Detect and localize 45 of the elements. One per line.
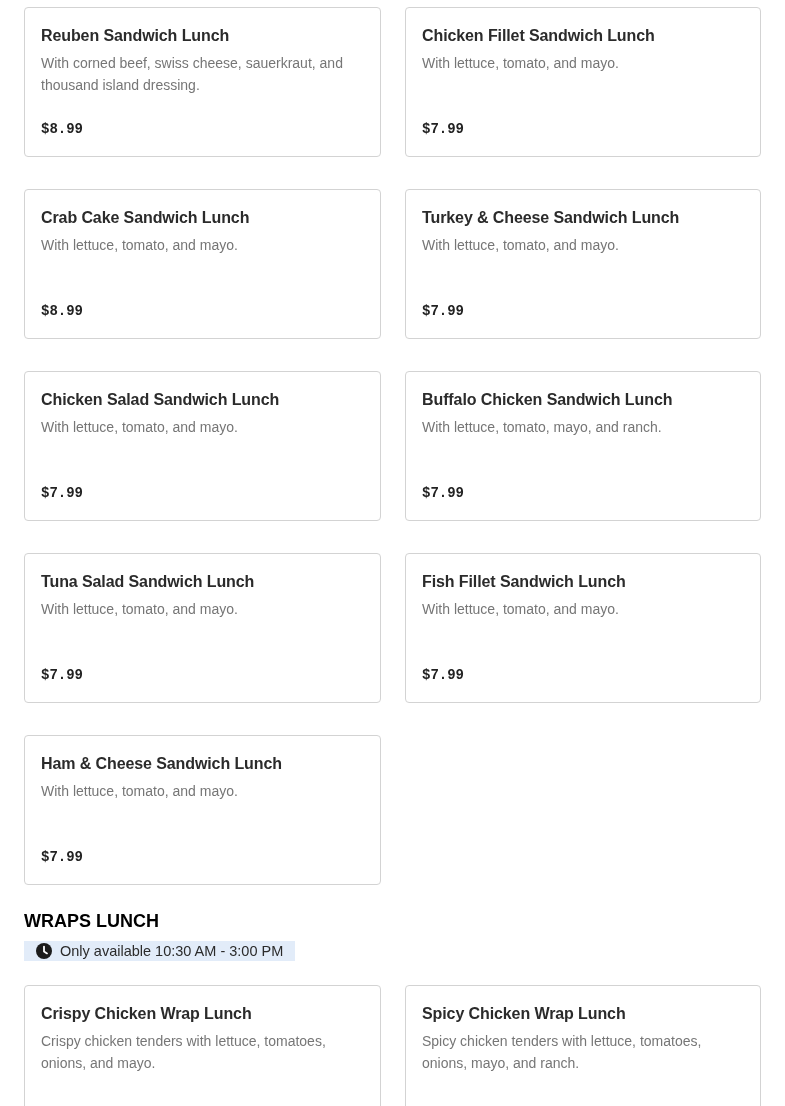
item-name: Crab Cake Sandwich Lunch	[41, 208, 251, 228]
section-heading: WRAPS LUNCH	[24, 910, 160, 933]
item-price: $7.99	[422, 120, 465, 139]
availability-text: Only available 10:30 AM - 3:00 PM	[60, 942, 284, 961]
item-description: Spicy chicken tenders with lettuce, tomatoes, onions, mayo, and ranch.	[422, 1032, 703, 1073]
item-name: Crispy Chicken Wrap Lunch	[41, 1004, 253, 1024]
menu-item-card[interactable]: Tuna Salad Sandwich Lunch With lettuce, tomato, and mayo. $7.99	[24, 553, 381, 703]
item-name: Fish Fillet Sandwich Lunch	[422, 572, 627, 592]
item-description: With lettuce, tomato, and mayo.	[41, 782, 239, 801]
item-price: $7.99	[41, 666, 84, 685]
item-description: With lettuce, tomato, and mayo.	[41, 236, 239, 255]
item-name: Turkey & Cheese Sandwich Lunch	[422, 208, 681, 228]
menu-item-card[interactable]: Spicy Chicken Wrap Lunch Spicy chicken tenders with lettuce, tomatoes, onions, mayo, and ranch.	[405, 985, 761, 1106]
item-price: $7.99	[41, 848, 84, 867]
menu-item-card[interactable]: Turkey & Cheese Sandwich Lunch With lettuce, tomato, and mayo. $7.99	[405, 189, 761, 339]
item-name: Reuben Sandwich Lunch	[41, 26, 231, 46]
item-description: With lettuce, tomato, and mayo.	[422, 236, 620, 255]
item-description: With lettuce, tomato, mayo, and ranch.	[422, 418, 663, 437]
clock-icon	[36, 943, 52, 959]
item-description: With lettuce, tomato, and mayo.	[422, 54, 620, 73]
item-name: Spicy Chicken Wrap Lunch	[422, 1004, 627, 1024]
menu-item-card[interactable]: Crab Cake Sandwich Lunch With lettuce, tomato, and mayo. $8.99	[24, 189, 381, 339]
item-name: Tuna Salad Sandwich Lunch	[41, 572, 256, 592]
item-description: With corned beef, swiss cheese, sauerkraut, and thousand island dressing.	[41, 54, 344, 95]
item-price: $7.99	[422, 666, 465, 685]
item-name: Chicken Fillet Sandwich Lunch	[422, 26, 656, 46]
item-name: Chicken Salad Sandwich Lunch	[41, 390, 281, 410]
item-price: $7.99	[422, 484, 465, 503]
menu-item-card[interactable]: Buffalo Chicken Sandwich Lunch With lettuce, tomato, mayo, and ranch. $7.99	[405, 371, 761, 521]
item-description: With lettuce, tomato, and mayo.	[41, 418, 239, 437]
item-description: With lettuce, tomato, and mayo.	[422, 600, 620, 619]
menu-item-card[interactable]: Reuben Sandwich Lunch With corned beef, swiss cheese, sauerkraut, and thousand island dressing. $8.99	[24, 7, 381, 157]
item-description: With lettuce, tomato, and mayo.	[41, 600, 239, 619]
menu-item-card[interactable]: Fish Fillet Sandwich Lunch With lettuce, tomato, and mayo. $7.99	[405, 553, 761, 703]
item-name: Ham & Cheese Sandwich Lunch	[41, 754, 283, 774]
item-price: $7.99	[422, 302, 465, 321]
item-price: $8.99	[41, 120, 84, 139]
item-name: Buffalo Chicken Sandwich Lunch	[422, 390, 674, 410]
menu-item-card[interactable]: Chicken Fillet Sandwich Lunch With lettuce, tomato, and mayo. $7.99	[405, 7, 761, 157]
item-price: $8.99	[41, 302, 84, 321]
item-price: $7.99	[41, 484, 84, 503]
item-description: Crispy chicken tenders with lettuce, tomatoes, onions, and mayo.	[41, 1032, 327, 1073]
menu-item-card[interactable]: Chicken Salad Sandwich Lunch With lettuce, tomato, and mayo. $7.99	[24, 371, 381, 521]
menu-item-card[interactable]: Ham & Cheese Sandwich Lunch With lettuce, tomato, and mayo. $7.99	[24, 735, 381, 885]
menu-item-card[interactable]: Crispy Chicken Wrap Lunch Crispy chicken tenders with lettuce, tomatoes, onions, and mayo.	[24, 985, 381, 1106]
